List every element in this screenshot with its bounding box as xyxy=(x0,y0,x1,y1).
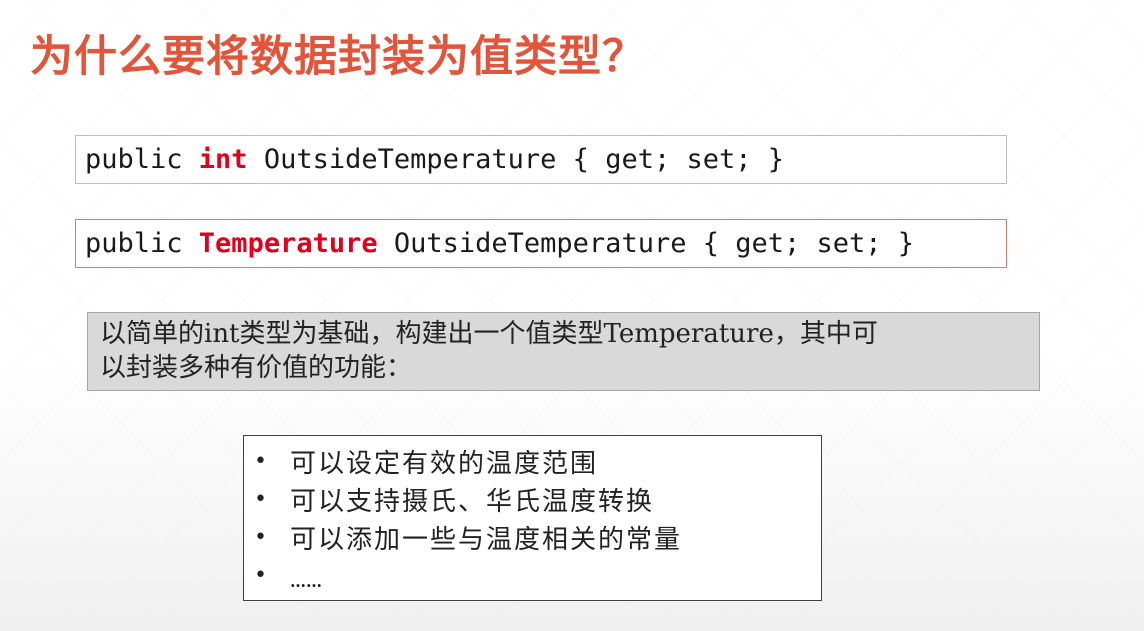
feature-list: • 可以设定有效的温度范围 • 可以支持摄氏、华氏温度转换 • 可以添加一些与温… xyxy=(243,435,822,601)
list-item: • 可以设定有效的温度范围 xyxy=(254,442,821,480)
bullet-icon: • xyxy=(254,524,269,550)
note-line-1: 以简单的int类型为基础，构建出一个值类型Temperature，其中可 xyxy=(100,319,878,349)
slide-title: 为什么要将数据封装为值类型？ xyxy=(30,32,646,82)
code-line-temperature: public Temperature OutsideTemperature { … xyxy=(75,219,1007,268)
code-prefix: public xyxy=(85,228,199,259)
list-item-text: 可以支持摄氏、华氏温度转换 xyxy=(290,486,655,517)
code-keyword-int: int xyxy=(198,144,248,175)
list-item-text: 可以设定有效的温度范围 xyxy=(290,448,599,479)
list-item-text: …… xyxy=(290,571,322,591)
code-prefix: public xyxy=(85,144,199,175)
code-suffix: OutsideTemperature { get; set; } xyxy=(377,228,915,259)
list-item-text: 可以添加一些与温度相关的常量 xyxy=(290,524,683,555)
code-keyword-temperature: Temperature xyxy=(198,228,378,259)
bullet-icon: • xyxy=(254,562,269,588)
explanation-note: 以简单的int类型为基础，构建出一个值类型Temperature，其中可 以封装… xyxy=(87,312,1040,391)
bullet-icon: • xyxy=(254,486,269,512)
note-line-2: 以封装多种有价值的功能： xyxy=(100,353,413,383)
list-item: • 可以支持摄氏、华氏温度转换 xyxy=(254,480,821,518)
bullet-icon: • xyxy=(254,448,269,474)
code-suffix: OutsideTemperature { get; set; } xyxy=(247,144,785,175)
code-line-int: public int OutsideTemperature { get; set… xyxy=(75,135,1007,184)
list-item: • …… xyxy=(254,556,821,594)
list-item: • 可以添加一些与温度相关的常量 xyxy=(254,518,821,556)
